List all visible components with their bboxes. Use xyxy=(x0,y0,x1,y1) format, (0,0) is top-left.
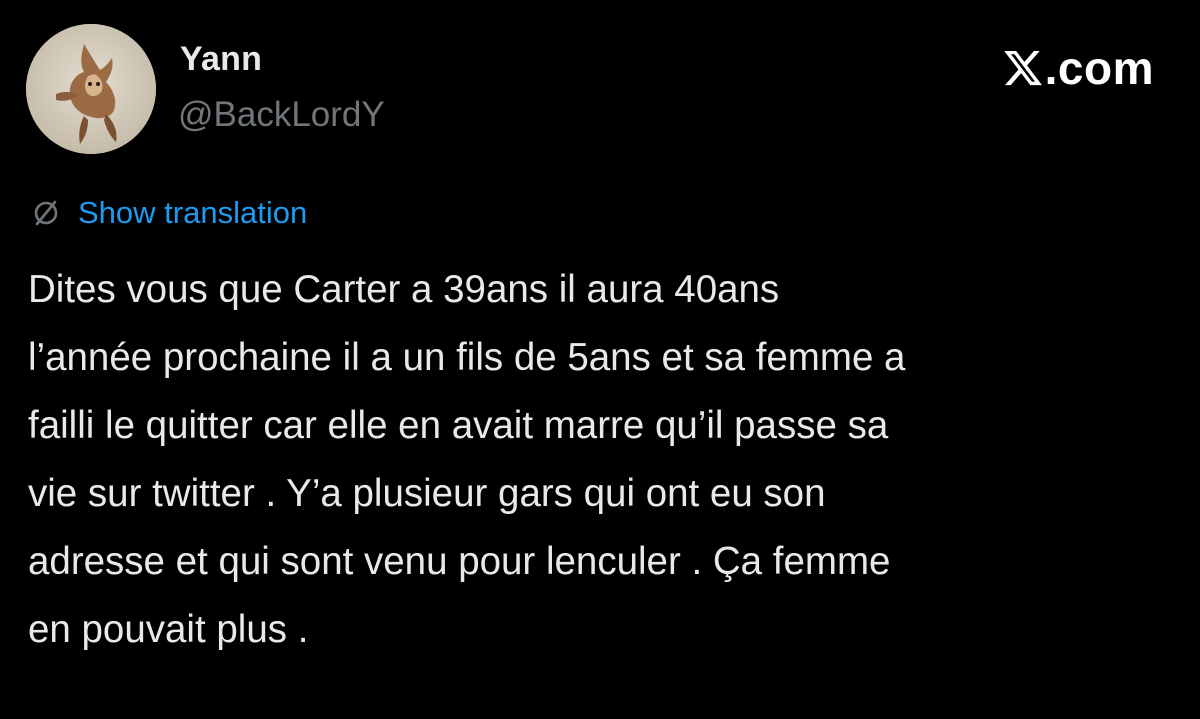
brand-watermark: .com xyxy=(1002,42,1154,94)
show-translation-label: Show translation xyxy=(78,195,308,230)
tweet-text: Dites vous que Carter a 39ans il aura 40… xyxy=(28,268,906,651)
translate-icon xyxy=(28,195,64,231)
author-handle[interactable]: @BackLordY xyxy=(178,95,385,135)
show-translation-button[interactable]: Show translation xyxy=(28,193,307,233)
brand-text: .com xyxy=(1044,42,1154,94)
x-logo-icon xyxy=(1002,47,1044,89)
tweet-card: Yann @BackLordY .com Show translation Di… xyxy=(0,0,1200,719)
avatar-image xyxy=(26,24,156,154)
avatar[interactable] xyxy=(26,24,156,154)
author-display-name[interactable]: Yann xyxy=(180,40,262,79)
